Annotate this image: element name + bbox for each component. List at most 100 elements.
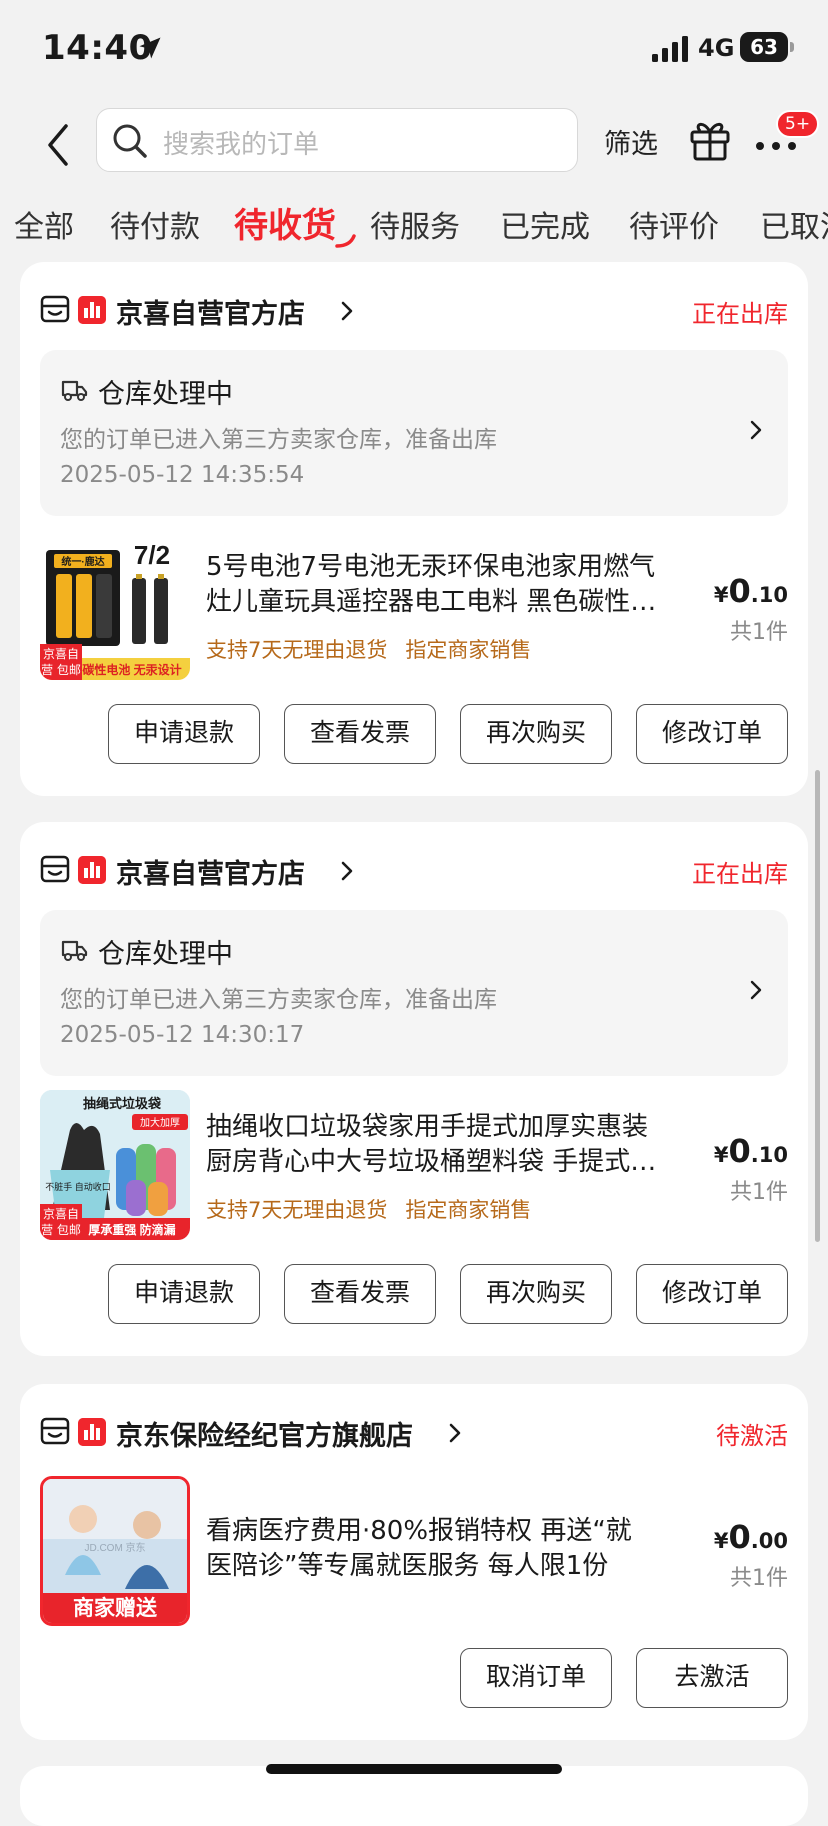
chevron-right-icon bbox=[341, 861, 353, 881]
logistics-time: 2025-05-12 14:30:17 bbox=[60, 1022, 305, 1048]
modify-order-button[interactable]: 修改订单 bbox=[636, 1264, 788, 1324]
chevron-right-icon bbox=[341, 301, 353, 321]
logistics-desc: 您的订单已进入第三方卖家仓库，准备出库 bbox=[60, 427, 497, 453]
logistics-panel[interactable]: 仓库处理中 您的订单已进入第三方卖家仓库，准备出库 2025-05-12 14:… bbox=[40, 350, 788, 516]
view-invoice-button[interactable]: 查看发票 bbox=[284, 1264, 436, 1324]
product-title-line1: 看病医疗费用·80%报销特权 再送“就 bbox=[206, 1516, 632, 1546]
image-top-text: 抽绳式垃圾袋 bbox=[83, 1096, 162, 1111]
chevron-right-icon bbox=[750, 980, 762, 1000]
logistics-time: 2025-05-12 14:35:54 bbox=[60, 462, 305, 488]
order-status: 正在出库 bbox=[692, 860, 788, 888]
logistics-title: 仓库处理中 bbox=[98, 939, 233, 970]
product-title-line2: 灶儿童玩具遥控器电工电料 黑色碳性… bbox=[206, 587, 657, 617]
self-operated-icon bbox=[78, 856, 106, 884]
warehouse-truck-icon bbox=[61, 940, 88, 961]
product-tags: 支持7天无理由退货 指定商家销售 bbox=[206, 634, 531, 664]
product-quantity: 共1件 bbox=[730, 1566, 788, 1591]
order-status: 正在出库 bbox=[692, 300, 788, 328]
tab-cancelled[interactable]: 已取消 bbox=[760, 202, 828, 246]
battery-icon: 63 bbox=[740, 32, 796, 62]
product-quantity: 共1件 bbox=[730, 1180, 788, 1205]
message-count-badge: 5+ bbox=[776, 110, 820, 138]
top-nav: 搜索我的订单 筛选 bbox=[0, 100, 828, 200]
logistics-desc: 您的订单已进入第三方卖家仓库，准备出库 bbox=[60, 987, 497, 1013]
product-title[interactable]: 看病医疗费用·80%报销特权 再送“就 医陪诊”等专属就医服务 每人限1份 bbox=[206, 1514, 706, 1584]
location-arrow-icon bbox=[139, 37, 161, 59]
free-shipping-tag: 京喜自营 包邮 bbox=[40, 1204, 82, 1240]
product-price: ¥0.10 bbox=[713, 572, 788, 610]
order-card[interactable]: 京东保险经纪官方旗舰店 待激活 JD.COM 京东 商家赠送 看病医疗费用·80… bbox=[20, 1384, 808, 1740]
home-indicator[interactable] bbox=[266, 1764, 562, 1774]
return-policy-tag: 支持7天无理由退货 bbox=[206, 1198, 388, 1222]
refund-button[interactable]: 申请退款 bbox=[108, 704, 260, 764]
image-count-text: 7/2 bbox=[134, 540, 170, 570]
product-title-line1: 5号电池7号电池无汞环保电池家用燃气 bbox=[206, 552, 656, 582]
product-price: ¥0.00 bbox=[713, 1518, 788, 1556]
order-status: 待激活 bbox=[716, 1422, 788, 1450]
product-image[interactable]: JD.COM 京东 商家赠送 bbox=[40, 1476, 190, 1626]
product-title[interactable]: 5号电池7号电池无汞环保电池家用燃气 灶儿童玩具遥控器电工电料 黑色碳性… bbox=[206, 550, 696, 620]
product-price: ¥0.10 bbox=[713, 1132, 788, 1170]
return-policy-tag: 支持7天无理由退货 bbox=[206, 638, 388, 662]
network-type: 4G bbox=[698, 34, 735, 62]
product-title-line2: 医陪诊”等专属就医服务 每人限1份 bbox=[206, 1551, 609, 1581]
image-brand-text: 统一·鹿达 bbox=[61, 555, 104, 568]
image-banner-text: 厚承重强 防滴漏 bbox=[88, 1222, 175, 1237]
order-tabs: 全部 待付款 待收货 待服务 已完成 待评价 已取消 bbox=[0, 196, 828, 262]
image-banner-text: 碳性电池 无汞设计 bbox=[82, 662, 181, 677]
logistics-title: 仓库处理中 bbox=[98, 379, 233, 410]
free-shipping-tag: 京喜自营 包邮 bbox=[40, 644, 82, 680]
image-side-text: 不脏手 自动收口 bbox=[45, 1181, 111, 1192]
product-title-line2: 厨房背心中大号垃圾桶塑料袋 手提式… bbox=[206, 1147, 657, 1177]
self-operated-icon bbox=[78, 296, 106, 324]
buy-again-button[interactable]: 再次购买 bbox=[460, 1264, 612, 1324]
activate-button[interactable]: 去激活 bbox=[636, 1648, 788, 1708]
product-tags: 支持7天无理由退货 指定商家销售 bbox=[206, 1194, 531, 1224]
buy-again-button[interactable]: 再次购买 bbox=[460, 704, 612, 764]
order-card[interactable]: 京喜自营官方店 正在出库 仓库处理中 您的订单已进入第三方卖家仓库，准备出库 2… bbox=[20, 262, 808, 796]
modify-order-button[interactable]: 修改订单 bbox=[636, 704, 788, 764]
shop-name[interactable]: 京喜自营官方店 bbox=[116, 292, 305, 331]
shop-icon bbox=[40, 1417, 70, 1445]
chevron-right-icon bbox=[750, 420, 762, 440]
back-chevron-icon[interactable] bbox=[38, 120, 78, 170]
self-operated-icon bbox=[78, 1418, 106, 1446]
tab-pending-receipt[interactable]: 待收货 bbox=[234, 198, 336, 247]
insurance-product-image: JD.COM 京东 商家赠送 bbox=[43, 1479, 187, 1623]
tab-all[interactable]: 全部 bbox=[14, 202, 74, 246]
tab-pending-review[interactable]: 待评价 bbox=[629, 202, 719, 246]
product-title-line1: 抽绳收口垃圾袋家用手提式加厚实惠装 bbox=[206, 1112, 649, 1142]
product-title[interactable]: 抽绳收口垃圾袋家用手提式加厚实惠装 厨房背心中大号垃圾桶塑料袋 手提式… bbox=[206, 1110, 696, 1180]
active-tab-indicator bbox=[335, 234, 356, 248]
product-quantity: 共1件 bbox=[730, 620, 788, 645]
product-image[interactable]: 抽绳式垃圾袋 加大加厚 不脏手 自动收口 厚承重强 防滴漏 京喜自营 包邮 bbox=[40, 1090, 190, 1240]
shop-name[interactable]: 京喜自营官方店 bbox=[116, 852, 305, 891]
image-tag-text: 加大加厚 bbox=[140, 1116, 180, 1129]
shop-name[interactable]: 京东保险经纪官方旗舰店 bbox=[116, 1414, 413, 1453]
tab-completed[interactable]: 已完成 bbox=[500, 202, 590, 246]
product-image[interactable]: 统一·鹿达 7/2 碳性电池 无汞设计 京喜自营 包邮 bbox=[40, 530, 190, 680]
seller-tag: 指定商家销售 bbox=[405, 638, 532, 662]
image-watermark: JD.COM 京东 bbox=[84, 1541, 145, 1554]
cellular-signal-icon bbox=[652, 36, 688, 62]
shop-icon bbox=[40, 295, 70, 323]
search-placeholder: 搜索我的订单 bbox=[163, 130, 320, 160]
scrollbar[interactable] bbox=[815, 770, 820, 1242]
refund-button[interactable]: 申请退款 bbox=[108, 1264, 260, 1324]
battery-level: 63 bbox=[740, 32, 788, 62]
image-banner-text: 商家赠送 bbox=[73, 1596, 158, 1620]
order-card[interactable]: 京喜自营官方店 正在出库 仓库处理中 您的订单已进入第三方卖家仓库，准备出库 2… bbox=[20, 822, 808, 1356]
view-invoice-button[interactable]: 查看发票 bbox=[284, 704, 436, 764]
chevron-right-icon bbox=[449, 1423, 461, 1443]
filter-button[interactable]: 筛选 bbox=[604, 122, 658, 161]
cancel-order-button[interactable]: 取消订单 bbox=[460, 1648, 612, 1708]
gift-icon[interactable] bbox=[688, 116, 732, 162]
seller-tag: 指定商家销售 bbox=[405, 1198, 532, 1222]
warehouse-truck-icon bbox=[61, 380, 88, 401]
tab-pending-payment[interactable]: 待付款 bbox=[110, 202, 200, 246]
search-icon bbox=[113, 124, 147, 158]
order-search-input[interactable]: 搜索我的订单 bbox=[96, 108, 578, 172]
tab-pending-service[interactable]: 待服务 bbox=[370, 202, 460, 246]
logistics-panel[interactable]: 仓库处理中 您的订单已进入第三方卖家仓库，准备出库 2025-05-12 14:… bbox=[40, 910, 788, 1076]
order-card-partial[interactable] bbox=[20, 1766, 808, 1826]
